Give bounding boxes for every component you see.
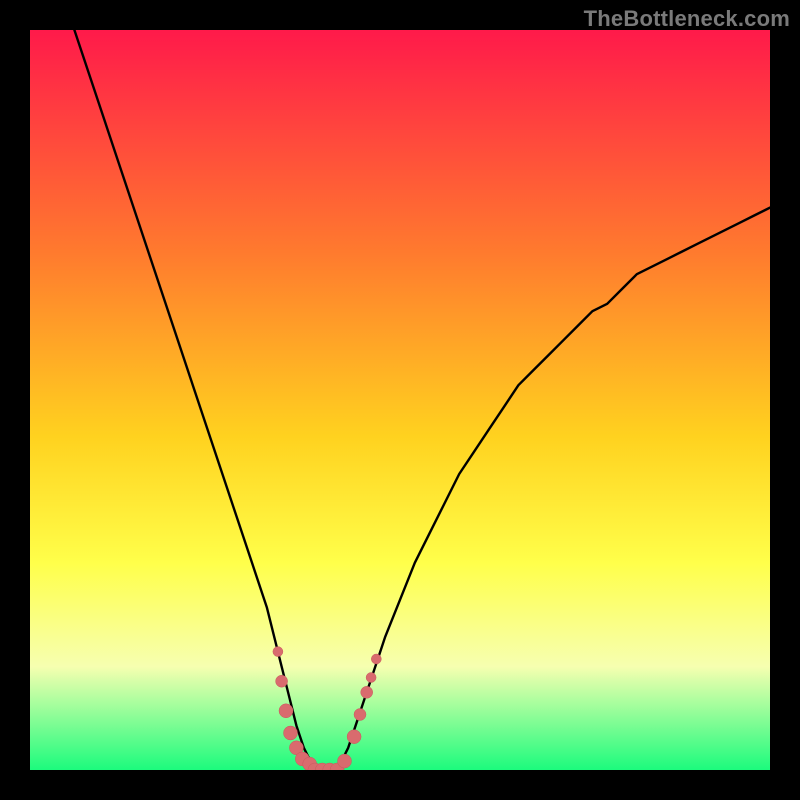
data-marker — [371, 654, 381, 664]
bottleneck-chart — [30, 30, 770, 770]
data-marker — [347, 730, 361, 744]
data-marker — [354, 709, 366, 721]
data-marker — [366, 673, 376, 683]
data-marker — [284, 726, 298, 740]
data-marker — [279, 704, 293, 718]
plot-area — [30, 30, 770, 770]
chart-frame: TheBottleneck.com — [0, 0, 800, 800]
data-marker — [276, 675, 288, 687]
watermark-text: TheBottleneck.com — [584, 6, 790, 32]
gradient-bg — [30, 30, 770, 770]
data-marker — [273, 647, 283, 657]
data-marker — [361, 686, 373, 698]
data-marker — [338, 754, 352, 768]
